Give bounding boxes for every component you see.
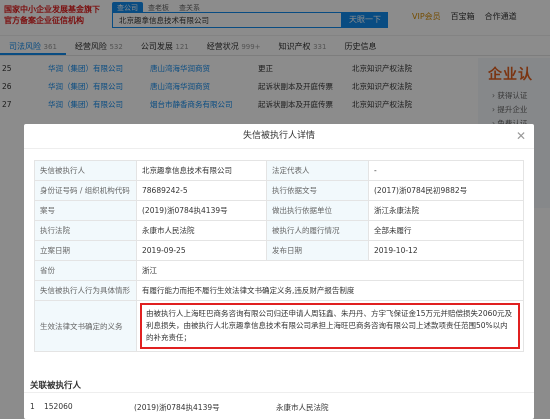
related-num: 1: [30, 402, 35, 411]
value-cell: 永康市人民法院: [136, 220, 267, 241]
value-cell: 有履行能力而拒不履行生效法律文书确定义务,违反财产报告制度: [136, 280, 524, 301]
value-cell: 2019-09-25: [136, 240, 267, 261]
table-row: 省份 浙江: [34, 260, 524, 281]
label-cell: 失信被执行人: [34, 160, 137, 181]
value-cell: -: [368, 160, 524, 181]
label-cell: 案号: [34, 200, 137, 221]
table-row: 案号 (2019)浙0784执4139号 做出执行依据单位 浙江永康法院: [34, 200, 524, 221]
label-cell: 法定代表人: [266, 160, 369, 181]
value-cell: 2019-10-12: [368, 240, 524, 261]
value-cell: 全部未履行: [368, 220, 524, 241]
close-icon[interactable]: ✕: [516, 124, 526, 149]
label-cell: 身份证号码 / 组织机构代码: [34, 180, 137, 201]
label-cell: 省份: [34, 260, 137, 281]
table-row: 身份证号码 / 组织机构代码 78689242-5 执行依据文号 (2017)浙…: [34, 180, 524, 201]
related-case: 152060: [44, 402, 73, 411]
related-section-title: 关联被执行人: [30, 381, 82, 391]
label-cell: 做出执行依据单位: [266, 200, 369, 221]
table-row: 失信被执行人 北京趣拿信息技术有限公司 法定代表人 -: [34, 160, 524, 181]
value-cell: 浙江: [136, 260, 524, 281]
related-case-no[interactable]: (2019)浙0784执4139号: [134, 402, 220, 413]
value-cell: 北京趣拿信息技术有限公司: [136, 160, 267, 181]
dishonest-detail-modal: 失信被执行人详情 ✕ 失信被执行人 北京趣拿信息技术有限公司 法定代表人 - 身…: [24, 124, 534, 419]
divider: [24, 392, 534, 393]
related-court: 永康市人民法院: [276, 403, 329, 412]
value-cell: 浙江永康法院: [368, 200, 524, 221]
label-cell: 执行依据文号: [266, 180, 369, 201]
label-cell: 执行法院: [34, 220, 137, 241]
table-row: 失信被执行人行为具体情形 有履行能力而拒不履行生效法律文书确定义务,违反财产报告…: [34, 280, 524, 301]
label-cell: 生效法律文书确定的义务: [34, 300, 137, 352]
table-row: 立案日期 2019-09-25 发布日期 2019-10-12: [34, 240, 524, 261]
label-cell: 发布日期: [266, 240, 369, 261]
detail-table: 失信被执行人 北京趣拿信息技术有限公司 法定代表人 - 身份证号码 / 组织机构…: [34, 160, 524, 352]
label-cell: 立案日期: [34, 240, 137, 261]
label-cell: 被执行人的履行情况: [266, 220, 369, 241]
table-row: 执行法院 永康市人民法院 被执行人的履行情况 全部未履行: [34, 220, 524, 241]
value-cell: 78689242-5: [136, 180, 267, 201]
highlighted-obligation: 由被执行人上海旺巴商务咨询有限公司归还申请人周钰鑫、朱丹丹、方宇飞保证金15万元…: [140, 303, 520, 349]
modal-header: 失信被执行人详情 ✕: [24, 124, 534, 149]
value-cell: (2019)浙0784执4139号: [136, 200, 267, 221]
table-row: 生效法律文书确定的义务 由被执行人上海旺巴商务咨询有限公司归还申请人周钰鑫、朱丹…: [34, 300, 524, 352]
value-cell: (2017)浙0784民初9882号: [368, 180, 524, 201]
label-cell: 失信被执行人行为具体情形: [34, 280, 137, 301]
modal-title: 失信被执行人详情: [242, 131, 315, 141]
value-cell: 由被执行人上海旺巴商务咨询有限公司归还申请人周钰鑫、朱丹丹、方宇飞保证金15万元…: [136, 300, 524, 352]
